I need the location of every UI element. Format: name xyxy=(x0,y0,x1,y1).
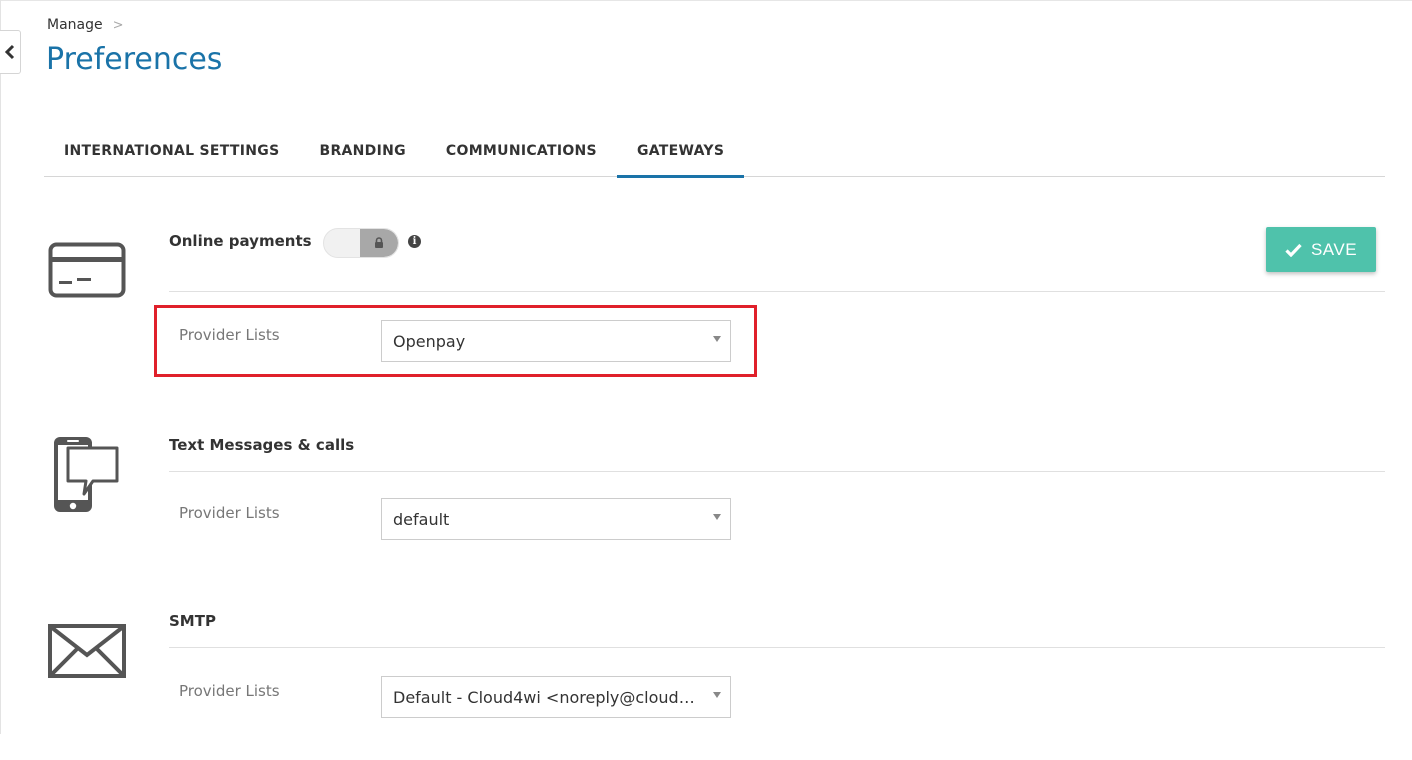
check-icon xyxy=(1285,243,1302,257)
collapse-sidebar-button[interactable] xyxy=(0,30,21,74)
toggle-knob xyxy=(360,229,398,257)
payments-provider-value: Openpay xyxy=(393,331,466,351)
sms-provider-value: default xyxy=(393,509,450,529)
save-button[interactable]: SAVE xyxy=(1266,227,1376,272)
smtp-title: SMTP xyxy=(169,612,216,630)
chevron-right-icon: > xyxy=(112,17,124,33)
breadcrumb-manage[interactable]: Manage xyxy=(47,17,103,33)
payments-provider-label: Provider Lists xyxy=(179,326,280,344)
breadcrumb: Manage > xyxy=(47,17,124,33)
sms-divider xyxy=(169,471,1385,472)
smtp-provider-value: Default - Cloud4wi <noreply@cloud4... xyxy=(393,687,704,707)
page-title: Preferences xyxy=(46,42,223,77)
payments-provider-select[interactable]: Openpay xyxy=(381,320,731,362)
smtp-provider-label: Provider Lists xyxy=(179,682,280,700)
sms-title: Text Messages & calls xyxy=(169,436,355,454)
sms-provider-label: Provider Lists xyxy=(179,504,280,522)
tab-communications[interactable]: COMMUNICATIONS xyxy=(426,130,617,177)
smtp-divider xyxy=(169,647,1385,648)
left-border xyxy=(0,0,1,734)
tab-gateways[interactable]: GATEWAYS xyxy=(616,130,745,178)
payments-divider xyxy=(169,291,1385,292)
envelope-icon xyxy=(48,624,126,678)
sms-provider-select[interactable]: default xyxy=(381,498,731,540)
tab-branding[interactable]: BRANDING xyxy=(299,130,425,177)
top-divider xyxy=(0,0,1412,1)
tab-international-settings[interactable]: INTERNATIONAL SETTINGS xyxy=(44,130,299,177)
chevron-left-icon xyxy=(5,44,15,60)
online-payments-title: Online payments xyxy=(169,232,312,250)
online-payments-toggle[interactable] xyxy=(323,228,399,258)
info-icon[interactable]: i xyxy=(408,235,421,248)
caret-down-icon xyxy=(713,514,721,520)
lock-icon xyxy=(375,237,383,248)
credit-card-icon xyxy=(48,242,126,298)
phone-message-icon xyxy=(54,437,119,512)
smtp-provider-select[interactable]: Default - Cloud4wi <noreply@cloud4... xyxy=(381,676,731,718)
tab-bar: INTERNATIONAL SETTINGS BRANDING COMMUNIC… xyxy=(44,130,1385,178)
caret-down-icon xyxy=(713,336,721,342)
caret-down-icon xyxy=(713,692,721,698)
